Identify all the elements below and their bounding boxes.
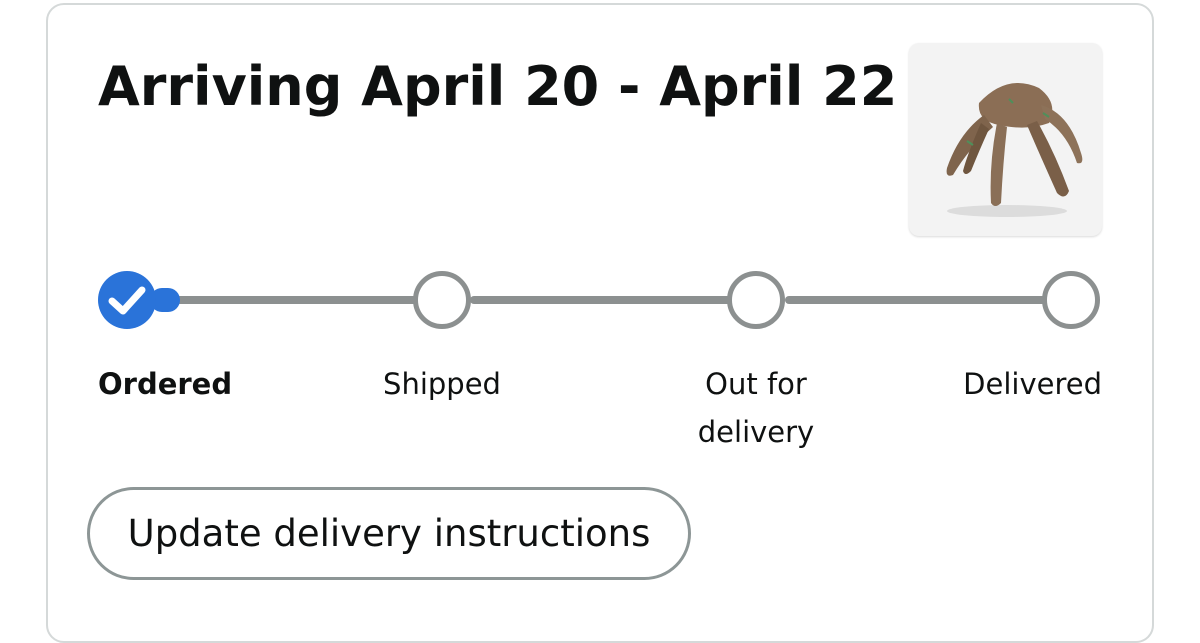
update-delivery-instructions-button[interactable]: Update delivery instructions xyxy=(87,487,691,580)
track-segment-1 xyxy=(170,296,420,304)
track-segment-3 xyxy=(785,296,1050,304)
step-shipped-node xyxy=(413,271,471,329)
step-label-out-for-delivery: Out for delivery xyxy=(697,367,815,449)
step-label-shipped: Shipped xyxy=(383,367,501,401)
delivery-progress-tracker: Ordered Shipped Out for delivery Deliver… xyxy=(0,0,1200,470)
step-delivered-node xyxy=(1042,271,1100,329)
track-segment-2 xyxy=(470,296,735,304)
step-label-ordered: Ordered xyxy=(98,367,233,401)
step-ordered-node xyxy=(98,271,156,329)
step-out-for-delivery-node xyxy=(727,271,785,329)
step-label-delivered: Delivered xyxy=(963,367,1102,401)
checkmark-icon xyxy=(108,286,146,315)
